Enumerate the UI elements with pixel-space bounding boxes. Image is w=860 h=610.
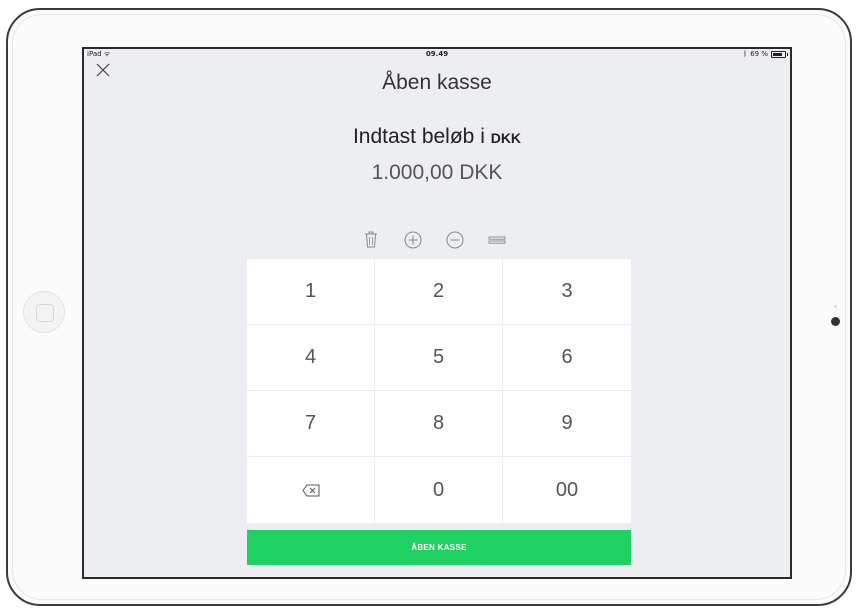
open-register-button[interactable]: ÅBEN KASSE xyxy=(247,530,631,565)
status-bar: iPad ᯤ 09.49 ᛒ 69 % xyxy=(84,49,790,61)
key-9[interactable]: 9 xyxy=(503,391,631,457)
key-4[interactable]: 4 xyxy=(247,325,375,391)
equals-icon xyxy=(488,236,506,244)
plus-circle-icon xyxy=(404,231,422,249)
key-5[interactable]: 5 xyxy=(375,325,503,391)
amount-prompt: Indtast beløb i DKK xyxy=(84,125,790,149)
key-0[interactable]: 0 xyxy=(375,457,503,523)
key-00[interactable]: 00 xyxy=(503,457,631,523)
backspace-key[interactable] xyxy=(247,457,375,523)
key-8[interactable]: 8 xyxy=(375,391,503,457)
key-7[interactable]: 7 xyxy=(247,391,375,457)
calculator-tools xyxy=(360,229,508,251)
home-button[interactable] xyxy=(23,291,65,333)
amount-display: 1.000,00 DKK xyxy=(371,161,503,184)
bluetooth-icon: ᛒ xyxy=(743,50,748,58)
key-1[interactable]: 1 xyxy=(247,259,375,325)
currency-label: DKK xyxy=(490,130,522,146)
screen: iPad ᯤ 09.49 ᛒ 69 % Åben kasse Indtast b… xyxy=(82,47,792,579)
trash-button[interactable] xyxy=(360,229,382,251)
equals-button[interactable] xyxy=(486,229,508,251)
key-2[interactable]: 2 xyxy=(375,259,503,325)
battery-percent: 69 % xyxy=(750,50,768,58)
status-time: 09.49 xyxy=(425,50,449,58)
number-keypad: 1 2 3 4 5 6 7 8 9 0 00 xyxy=(247,259,631,523)
backspace-icon xyxy=(301,484,319,496)
trash-icon xyxy=(365,231,377,248)
key-3[interactable]: 3 xyxy=(503,259,631,325)
status-right: ᛒ 69 % xyxy=(743,50,788,58)
key-6[interactable]: 6 xyxy=(503,325,631,391)
prompt-text: Indtast beløb i xyxy=(352,125,485,148)
camera xyxy=(831,317,840,326)
minus-circle-icon xyxy=(446,231,464,249)
subtract-button[interactable] xyxy=(444,229,466,251)
add-button[interactable] xyxy=(402,229,424,251)
ambient-sensor xyxy=(834,305,837,308)
page-title: Åben kasse xyxy=(382,71,492,94)
battery-icon xyxy=(771,50,788,58)
